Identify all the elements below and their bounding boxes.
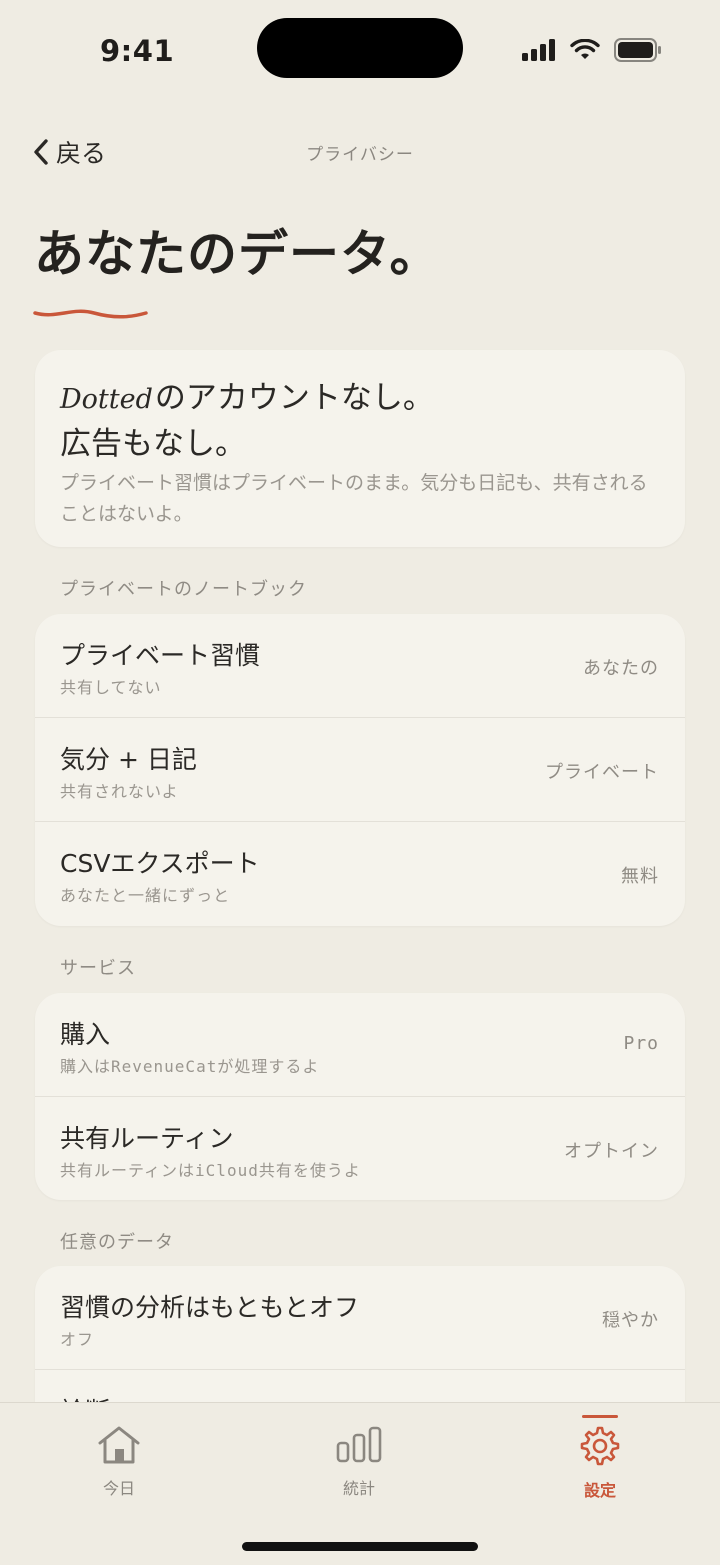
gear-icon <box>580 1426 620 1466</box>
row-title: 購入 <box>60 1020 111 1049</box>
hero-headline-1-text: のアカウントなし。 <box>154 380 434 416</box>
tab-today[interactable]: 今日 <box>59 1425 179 1499</box>
tab-label: 統計 <box>342 1479 375 1498</box>
row-title: 共有ルーティン <box>60 1124 234 1153</box>
hero-headline-2: 広告もなし。 <box>60 426 246 462</box>
bar-chart-icon <box>336 1426 382 1463</box>
home-indicator <box>242 1542 478 1551</box>
row-value: プライベート <box>545 762 659 783</box>
row-shared-routines[interactable]: 共有ルーティン 共有ルーティンはiCloud共有を使うよ オプトイン <box>35 1097 685 1201</box>
row-value: Pro <box>623 1033 659 1054</box>
row-value: オプトイン <box>564 1141 659 1162</box>
section-label-services: サービス <box>60 958 136 979</box>
active-tab-indicator <box>582 1415 618 1418</box>
page-title: あなたのデータ。 <box>34 225 441 283</box>
row-title: CSVエクスポート <box>60 849 260 878</box>
tab-stats[interactable]: 統計 <box>299 1425 419 1499</box>
row-title: 気分 + 日記 <box>60 745 197 774</box>
status-time: 9:41 <box>100 34 175 68</box>
row-subtitle: あなたと一緒にずっと <box>60 886 231 905</box>
tab-label: 今日 <box>102 1479 135 1498</box>
row-subtitle: オフ <box>60 1330 95 1349</box>
tab-settings[interactable]: 設定 <box>540 1415 660 1501</box>
signal-icon <box>522 39 555 61</box>
row-subtitle: 共有ルーティンはiCloud共有を使うよ <box>60 1161 361 1180</box>
row-title: プライベート習慣 <box>60 641 261 670</box>
battery-icon <box>614 38 661 62</box>
row-mood-journal[interactable]: 気分 + 日記 共有されないよ プライベート <box>35 718 685 822</box>
section-label-notebook: プライベートのノートブック <box>60 579 307 600</box>
row-purchases[interactable]: 購入 購入はRevenueCatが処理するよ Pro <box>35 993 685 1097</box>
row-subtitle: 共有してない <box>60 678 162 697</box>
row-value: 無料 <box>621 866 659 887</box>
row-habit-analytics[interactable]: 習慣の分析はもともとオフ オフ 穏やか <box>35 1266 685 1370</box>
row-title: 習慣の分析はもともとオフ <box>60 1293 360 1322</box>
privacy-summary-card: Dotted のアカウントなし。 広告もなし。 プライベート習慣はプライベートの… <box>35 350 685 547</box>
hero-description: プライベート習慣はプライベートのまま。気分も日記も、共有されることはないよ。 <box>60 472 648 525</box>
row-subtitle: 購入はRevenueCatが処理するよ <box>60 1057 320 1076</box>
row-subtitle: 共有されないよ <box>60 782 179 801</box>
row-csv-export[interactable]: CSVエクスポート あなたと一緒にずっと 無料 <box>35 822 685 926</box>
row-value: 穏やか <box>602 1310 659 1331</box>
wifi-icon <box>570 39 600 59</box>
dynamic-island <box>257 18 463 78</box>
section-card-notebook: プライベート習慣 共有してない あなたの 気分 + 日記 共有されないよ プライ… <box>35 614 685 926</box>
row-private-habits[interactable]: プライベート習慣 共有してない あなたの <box>35 614 685 718</box>
home-icon <box>98 1426 140 1464</box>
tab-bar: 今日 統計 設定 <box>0 1402 720 1565</box>
tab-label: 設定 <box>583 1481 616 1500</box>
title-underline-squiggle <box>33 309 148 319</box>
status-icons <box>522 38 662 62</box>
row-value: あなたの <box>583 658 659 679</box>
nav-title: プライバシー <box>306 145 414 165</box>
brand-name: Dotted <box>60 384 153 415</box>
section-label-optional-data: 任意のデータ <box>60 1232 174 1253</box>
hero-headline-1: Dotted のアカウントなし。 <box>60 372 434 417</box>
section-card-services: 購入 購入はRevenueCatが処理するよ Pro 共有ルーティン 共有ルーテ… <box>35 993 685 1200</box>
